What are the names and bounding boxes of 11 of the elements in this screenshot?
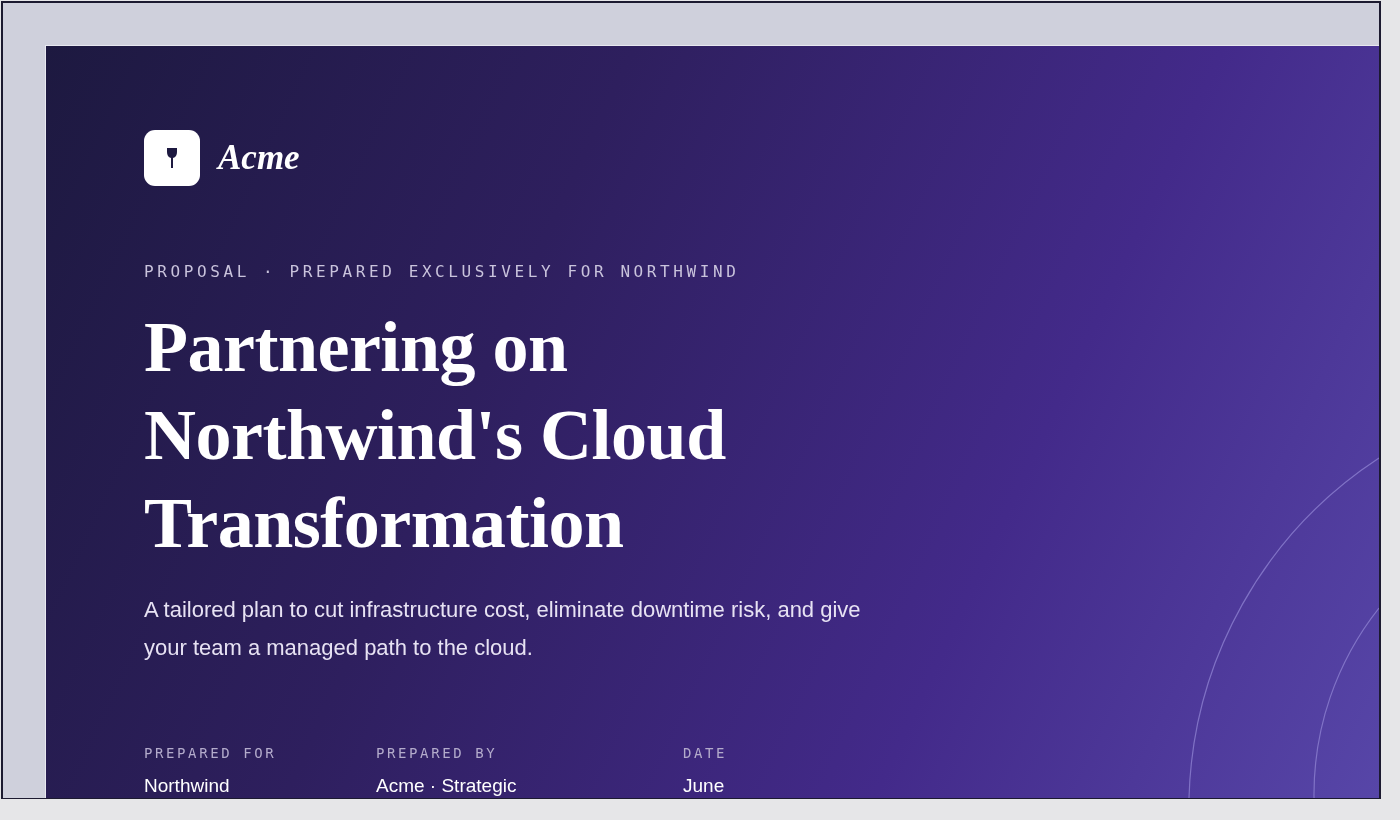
meta-label: DATE: [683, 745, 728, 761]
meta-value: Northwind: [144, 775, 231, 797]
meta-value: Acme · Strategic: [376, 775, 518, 797]
meta-label: PREPARED FOR: [144, 745, 278, 761]
meta-label: PREPARED BY: [376, 745, 499, 761]
brand-name: Acme: [218, 138, 300, 178]
proposal-title: Partnering on Northwind's Cloud Transformation: [144, 306, 727, 565]
logo-icon: [144, 130, 200, 186]
eyebrow-text: PROPOSAL · PREPARED EXCLUSIVELY FOR NORTHWIND: [144, 262, 741, 281]
subtitle-text: A tailored plan to cut infrastructure cost, eliminate downtime risk, and give your team a managed path to the cloud.: [144, 596, 862, 662]
meta-value: June: [683, 775, 726, 797]
